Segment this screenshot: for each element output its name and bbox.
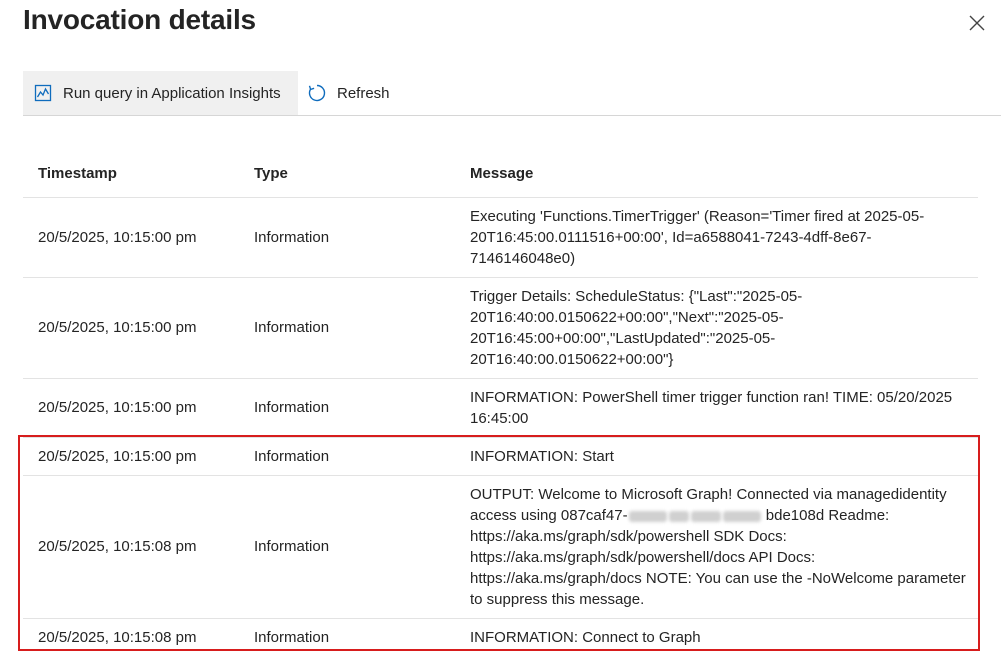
cell-type: Information — [239, 379, 455, 438]
cell-timestamp: 20/5/2025, 10:15:08 pm — [23, 619, 239, 656]
header-timestamp[interactable]: Timestamp — [23, 150, 239, 198]
table-header-row: Timestamp Type Message — [23, 150, 978, 198]
chart-line-icon — [33, 83, 53, 103]
cell-type: Information — [239, 438, 455, 476]
close-button[interactable] — [966, 12, 988, 34]
redacted-id-part — [629, 511, 667, 522]
redacted-id-part — [691, 511, 721, 522]
run-query-label: Run query in Application Insights — [63, 85, 281, 102]
table-row[interactable]: 20/5/2025, 10:15:00 pm Information INFOR… — [23, 379, 978, 438]
table-row[interactable]: 20/5/2025, 10:15:00 pm Information Execu… — [23, 198, 978, 278]
header-type[interactable]: Type — [239, 150, 455, 198]
cell-type: Information — [239, 476, 455, 619]
redacted-id-part — [669, 511, 689, 522]
cell-message: INFORMATION: Connect to Graph — [455, 619, 978, 656]
table-row[interactable]: 20/5/2025, 10:15:08 pm Information INFOR… — [23, 619, 978, 656]
panel-title: Invocation details — [23, 4, 256, 36]
toolbar: Run query in Application Insights Refres… — [23, 71, 1001, 116]
cell-timestamp: 20/5/2025, 10:15:00 pm — [23, 198, 239, 278]
cell-timestamp: 20/5/2025, 10:15:00 pm — [23, 278, 239, 379]
cell-message: INFORMATION: PowerShell timer trigger fu… — [455, 379, 978, 438]
cell-type: Information — [239, 619, 455, 656]
cell-type: Information — [239, 278, 455, 379]
cell-message: Executing 'Functions.TimerTrigger' (Reas… — [455, 198, 978, 278]
run-query-button[interactable]: Run query in Application Insights — [23, 71, 298, 115]
cell-message: Trigger Details: ScheduleStatus: {"Last"… — [455, 278, 978, 379]
header-message[interactable]: Message — [455, 150, 978, 198]
cell-timestamp: 20/5/2025, 10:15:08 pm — [23, 476, 239, 619]
cell-message: INFORMATION: Start — [455, 438, 978, 476]
table-row[interactable]: 20/5/2025, 10:15:00 pm Information INFOR… — [23, 438, 978, 476]
invocation-log-table: Timestamp Type Message 20/5/2025, 10:15:… — [23, 150, 978, 656]
close-icon — [966, 12, 988, 34]
refresh-button[interactable]: Refresh — [305, 71, 390, 115]
cell-timestamp: 20/5/2025, 10:15:00 pm — [23, 438, 239, 476]
table-row[interactable]: 20/5/2025, 10:15:00 pm Information Trigg… — [23, 278, 978, 379]
cell-message: OUTPUT: Welcome to Microsoft Graph! Conn… — [455, 476, 978, 619]
table-row[interactable]: 20/5/2025, 10:15:08 pm Information OUTPU… — [23, 476, 978, 619]
redacted-id-part — [723, 511, 761, 522]
cell-type: Information — [239, 198, 455, 278]
refresh-icon — [307, 83, 327, 103]
refresh-label: Refresh — [337, 85, 390, 102]
cell-timestamp: 20/5/2025, 10:15:00 pm — [23, 379, 239, 438]
